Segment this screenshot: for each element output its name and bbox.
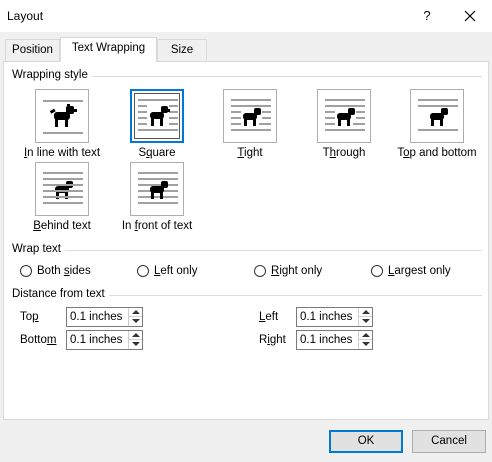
left-up-button[interactable] [358,308,372,317]
bottom-up-button[interactable] [128,331,142,340]
up-arrow-icon [362,333,370,337]
top-down-button[interactable] [128,317,142,326]
tab-label: Size [170,44,194,56]
wrap-inline-label: In line with text [23,147,101,159]
down-arrow-icon [362,319,370,323]
both-sides-label: Both sides [37,265,91,277]
down-arrow-icon [362,342,370,346]
left-input[interactable] [297,308,358,326]
wrap-behind-button[interactable] [35,162,89,216]
wrapping-style-heading: Wrapping style [12,69,92,81]
right-only-label: Right only [271,265,323,277]
down-arrow-icon [132,342,140,346]
tab-size[interactable]: Size [157,39,207,61]
left-down-button[interactable] [358,317,372,326]
wrap-tight-button[interactable] [223,89,277,143]
bottom-down-button[interactable] [128,340,142,349]
wrap-front-icon [138,172,178,204]
wrap-square-button[interactable] [130,89,184,143]
top-up-button[interactable] [128,308,142,317]
wrap-behind-icon [43,172,83,204]
wrap-tight-label: Tight [237,147,263,159]
wrap-square-label: Square [138,147,176,159]
right-label: Right [259,334,286,346]
largest-only-label: Largest only [388,265,451,277]
left-spinner [296,307,373,327]
top-spinner [66,307,143,327]
wrap-top-bottom-button[interactable] [410,89,464,143]
wrap-top-bottom-icon [418,99,458,131]
largest-only-radio[interactable] [371,265,383,277]
tab-panel: Wrapping style In line with text Square … [3,61,489,420]
tab-position[interactable]: Position [5,39,60,61]
wrap-through-label: Through [322,147,366,159]
group-divider [12,250,482,251]
wrap-tight-icon [231,99,271,131]
ok-button[interactable]: OK [329,430,403,453]
left-only-label: Left only [154,265,198,277]
up-arrow-icon [362,310,370,314]
wrap-text-heading: Wrap text [12,243,65,255]
top-input[interactable] [67,308,128,326]
tab-label: Text Wrapping [71,42,146,54]
close-icon [464,10,476,22]
wrap-inline-button[interactable] [35,89,89,143]
wrap-behind-label: Behind text [33,220,91,232]
right-only-radio[interactable] [254,265,266,277]
bottom-label: Bottom [20,334,57,346]
up-arrow-icon [132,333,140,337]
down-arrow-icon [132,319,140,323]
window-title: Layout [7,9,44,23]
left-label: Left [259,311,279,323]
help-button[interactable]: ? [414,4,440,28]
right-input[interactable] [297,331,358,349]
title-bar: Layout ? [0,0,492,32]
tab-label: Position [12,44,53,56]
tab-row: Position Text Wrapping Size [0,32,492,62]
right-down-button[interactable] [358,340,372,349]
wrap-front-button[interactable] [130,162,184,216]
wrap-top-bottom-label: Top and bottom [397,147,477,159]
close-button[interactable] [456,4,484,28]
distance-heading: Distance from text [12,288,109,300]
wrap-through-icon [325,99,365,131]
right-spinner [296,330,373,350]
bottom-spinner [66,330,143,350]
wrap-square-icon [138,99,178,131]
bottom-input[interactable] [67,331,128,349]
left-only-radio[interactable] [137,265,149,277]
both-sides-radio[interactable] [20,265,32,277]
wrap-front-label: In front of text [121,220,193,232]
up-arrow-icon [132,310,140,314]
right-up-button[interactable] [358,331,372,340]
wrap-inline-icon [43,100,83,134]
wrap-through-button[interactable] [317,89,371,143]
cancel-button[interactable]: Cancel [412,430,486,453]
top-label: Top [20,311,39,323]
tab-text-wrapping[interactable]: Text Wrapping [60,37,157,62]
